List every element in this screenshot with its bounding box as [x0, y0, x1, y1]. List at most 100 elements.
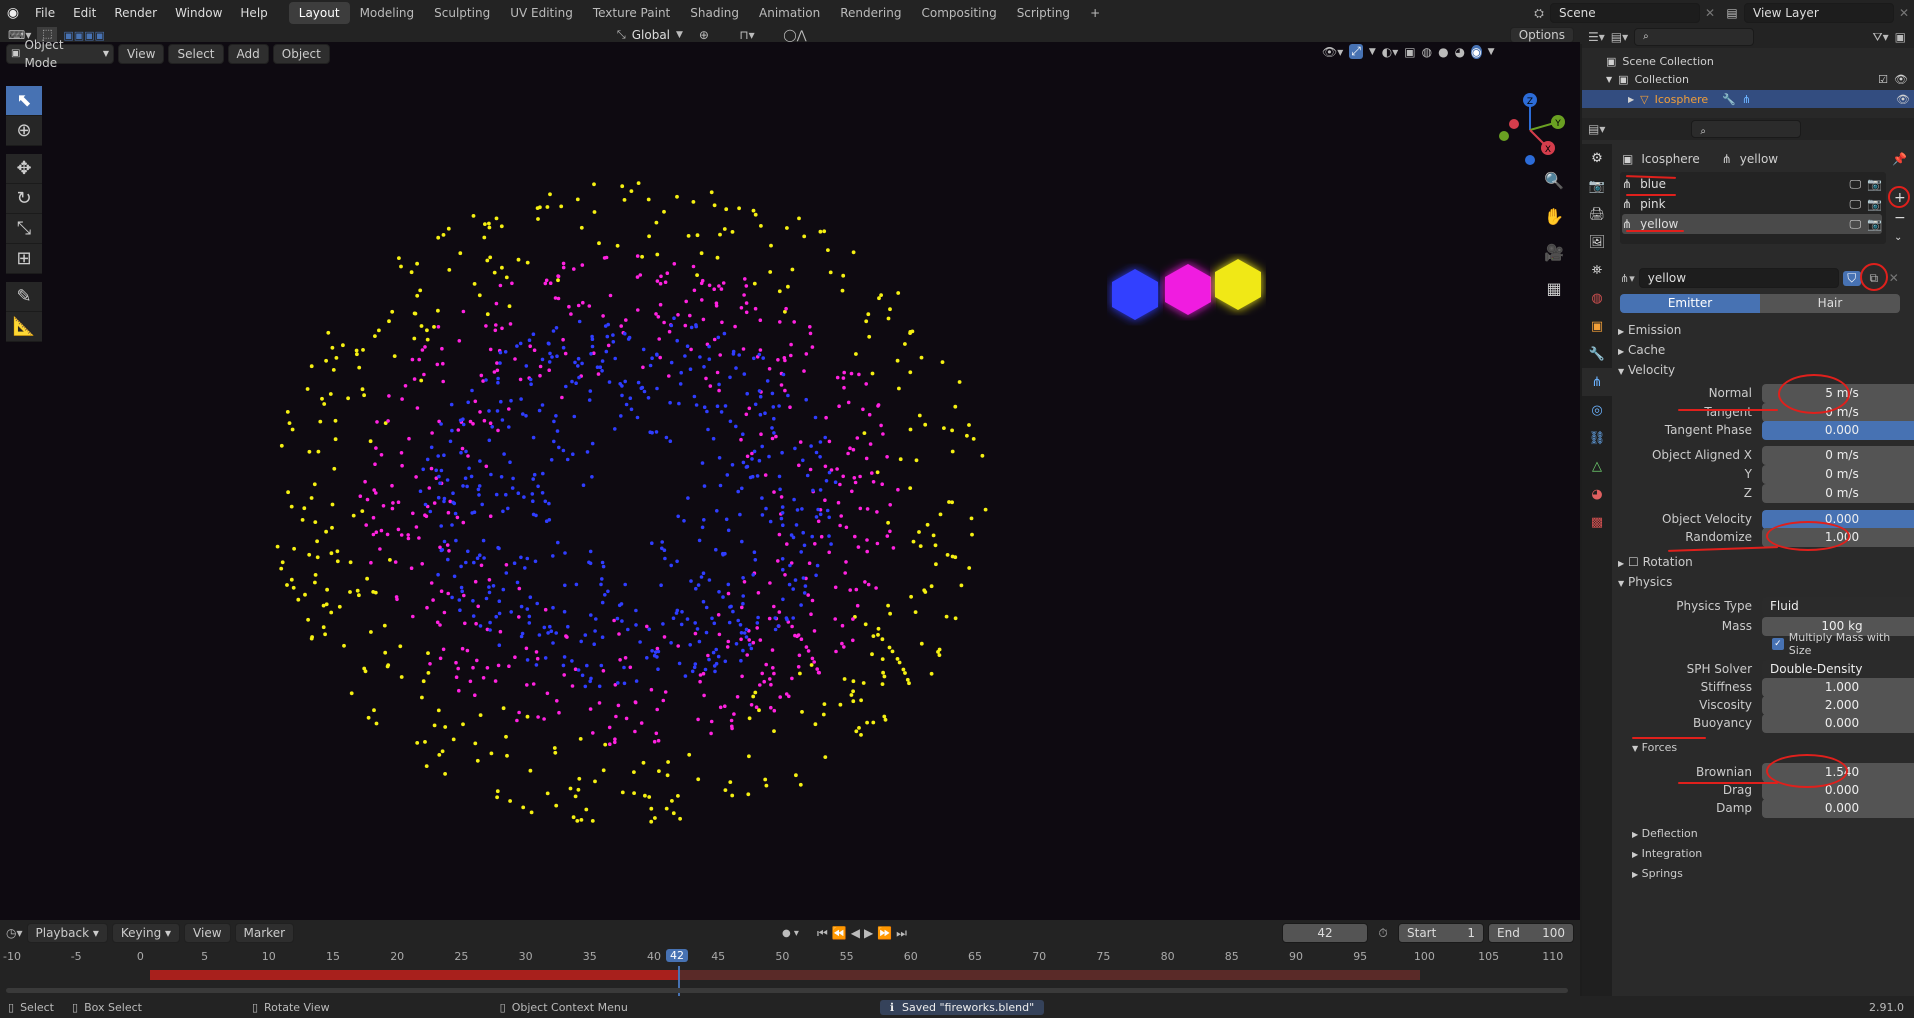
clock-icon[interactable]: ◷▾ — [6, 926, 23, 940]
measure-tool[interactable]: 📐 — [6, 312, 42, 342]
menu-render[interactable]: Render — [105, 0, 166, 26]
proportional-icon[interactable]: ◯⋀ — [775, 28, 815, 42]
physics-tab-icon[interactable]: ◎ — [1582, 396, 1612, 424]
annotate-tool[interactable]: ✎ — [6, 282, 42, 312]
panel-integration[interactable]: ▶ Integration — [1632, 844, 1702, 864]
outliner-search-input[interactable]: ⌕ — [1634, 28, 1755, 46]
end-frame-field[interactable]: End 100 — [1488, 923, 1574, 943]
panel-physics[interactable]: ▼ Physics — [1618, 572, 1672, 592]
checkbox-checked-icon[interactable]: ✓ — [1772, 638, 1784, 650]
start-frame-field[interactable]: Start 1 — [1398, 923, 1484, 943]
snap-icon[interactable]: ⊓▾ — [725, 28, 769, 42]
camera-icon[interactable]: 🎥 — [1540, 238, 1568, 266]
current-frame-field[interactable]: 42 — [1282, 923, 1368, 943]
menu-marker[interactable]: Marker — [234, 923, 295, 943]
timeline-scrollbar[interactable] — [6, 988, 1568, 993]
move-tool[interactable]: ✥ — [6, 154, 42, 184]
expand-arrow-icon[interactable]: ▼ — [1606, 75, 1612, 84]
scene-field[interactable]: Scene — [1550, 3, 1700, 23]
add-workspace-button[interactable]: + — [1080, 2, 1110, 24]
editor-type-icon[interactable]: ☰▾ — [1588, 30, 1605, 44]
tab-shading[interactable]: Shading — [680, 2, 749, 24]
scale-tool[interactable]: ⤡ — [6, 214, 42, 244]
blender-logo-icon[interactable]: ◉ — [0, 5, 26, 21]
menu-help[interactable]: Help — [231, 0, 276, 26]
output-tab-icon[interactable]: 🖨 — [1582, 200, 1612, 228]
material-tab-icon[interactable]: ◕ — [1582, 480, 1612, 508]
camera-icon[interactable]: 📷 — [1867, 177, 1882, 191]
orientation-dropdown[interactable]: Global — [632, 28, 670, 42]
eye-icon[interactable]: 👁 — [1894, 73, 1908, 86]
tangent-phase-slider[interactable]: 0.000 — [1762, 420, 1914, 440]
playback-dropdown[interactable]: Playback ▾ — [26, 923, 108, 943]
menu-add[interactable]: Add — [227, 44, 269, 64]
panel-cache[interactable]: ▶ Cache — [1618, 340, 1665, 360]
grid-icon[interactable]: ▦ — [1540, 274, 1568, 302]
panel-springs[interactable]: ▶ Springs — [1632, 864, 1683, 884]
options-button[interactable]: Options — [1509, 27, 1574, 43]
3d-viewport[interactable]: Z Y X 👁▾ ⤢ ▼ ◐▾ ▣ ◍ ● ◕ ◉ ▼ — [0, 42, 1580, 920]
panel-forces[interactable]: ▼ Forces — [1632, 738, 1677, 758]
panel-velocity[interactable]: ▼ Velocity — [1618, 360, 1675, 380]
zoom-icon[interactable]: 🔍 — [1540, 166, 1568, 194]
menu-edit[interactable]: Edit — [64, 0, 105, 26]
eye-icon[interactable]: 👁 — [1896, 93, 1910, 106]
camera-icon[interactable]: 📷 — [1867, 197, 1882, 211]
panel-emission[interactable]: ▶ Emission — [1618, 320, 1681, 340]
pin-icon[interactable]: 📌 — [1892, 152, 1907, 166]
pivot-icon[interactable]: ⊕ — [689, 28, 719, 42]
object-aligned-z-field[interactable]: 0 m/s — [1762, 483, 1914, 503]
view-layer-field[interactable]: View Layer — [1744, 3, 1894, 23]
particles-tab-icon[interactable]: ⋔ — [1582, 368, 1612, 396]
menu-window[interactable]: Window — [166, 0, 231, 26]
tab-animation[interactable]: Animation — [749, 2, 830, 24]
object-tab-icon[interactable]: ▣ — [1582, 312, 1612, 340]
new-collection-icon[interactable]: ▣ — [1895, 30, 1906, 44]
monitor-icon[interactable]: 🖵 — [1849, 197, 1861, 212]
chevron-down-icon[interactable]: ⌄ — [1894, 232, 1902, 243]
particle-settings-icon[interactable]: ⋔▾ — [1620, 272, 1635, 285]
menu-object[interactable]: Object — [272, 44, 330, 64]
remove-psys-button[interactable]: − — [1894, 210, 1906, 226]
tab-scripting[interactable]: Scripting — [1007, 2, 1080, 24]
emitter-tab[interactable]: Emitter — [1620, 294, 1760, 313]
frame-ruler[interactable]: -10 -5 0 5 10 15 20 25 30 35 40 45 50 55 60 65 70 75 80 85 9… — [0, 946, 1580, 966]
jump-start-icon[interactable]: ⏮ — [817, 926, 828, 941]
expand-arrow-icon[interactable]: ▶ — [1628, 95, 1634, 104]
stiffness-field[interactable]: 1.000 — [1762, 677, 1914, 697]
hair-tab[interactable]: Hair — [1760, 294, 1900, 313]
panel-deflection[interactable]: ▶ Deflection — [1632, 824, 1698, 844]
list-item[interactable]: ⋔ pink 🖵 📷 — [1622, 194, 1882, 214]
texture-tab-icon[interactable]: ▩ — [1582, 508, 1612, 536]
physics-type-dropdown[interactable]: Fluid — [1762, 596, 1914, 616]
transform-tool[interactable]: ⊞ — [6, 244, 42, 274]
play-reverse-icon[interactable]: ◀ — [851, 926, 860, 940]
cursor-tool[interactable]: ⊕ — [6, 116, 42, 146]
prev-keyframe-icon[interactable]: ⏪ — [832, 926, 847, 940]
keying-dropdown[interactable]: Keying ▾ — [111, 923, 181, 943]
sph-solver-dropdown[interactable]: Double-Density — [1762, 659, 1914, 679]
tool-tab-icon[interactable]: ⚙ — [1582, 144, 1612, 172]
outliner-icosphere-row[interactable]: ▶ ▽ Icosphere 🔧 ⋔ 👁 — [1582, 90, 1914, 108]
navigation-gizmo[interactable]: Z Y X — [1490, 90, 1570, 170]
stopwatch-icon[interactable]: ⏱ — [1372, 926, 1394, 941]
menu-file[interactable]: File — [26, 0, 64, 26]
filter-icon[interactable]: ⛛▾ — [1873, 30, 1889, 45]
settings-name-field[interactable]: yellow — [1638, 268, 1839, 288]
mode-dropdown[interactable]: ▣ Object Mode ▼ — [6, 38, 114, 70]
data-tab-icon[interactable]: △ — [1582, 452, 1612, 480]
scene-tab-icon[interactable]: ⛯ — [1582, 256, 1612, 284]
checkbox-icon[interactable]: ☑ — [1878, 73, 1888, 86]
properties-search-input[interactable]: ⌕ — [1691, 120, 1802, 138]
constraints-tab-icon[interactable]: ⛓ — [1582, 424, 1612, 452]
tab-rendering[interactable]: Rendering — [830, 2, 911, 24]
menu-select[interactable]: Select — [168, 44, 224, 64]
tab-sculpting[interactable]: Sculpting — [424, 2, 500, 24]
editor-type-icon[interactable]: ▤▾ — [1588, 122, 1605, 136]
object-aligned-x-field[interactable]: 0 m/s — [1762, 445, 1914, 465]
damp-field[interactable]: 0.000 — [1762, 798, 1914, 818]
close-icon[interactable]: ✕ — [1700, 6, 1720, 20]
tab-layout[interactable]: Layout — [288, 2, 350, 24]
menu-view[interactable]: View — [184, 923, 231, 943]
next-keyframe-icon[interactable]: ⏩ — [877, 926, 892, 940]
